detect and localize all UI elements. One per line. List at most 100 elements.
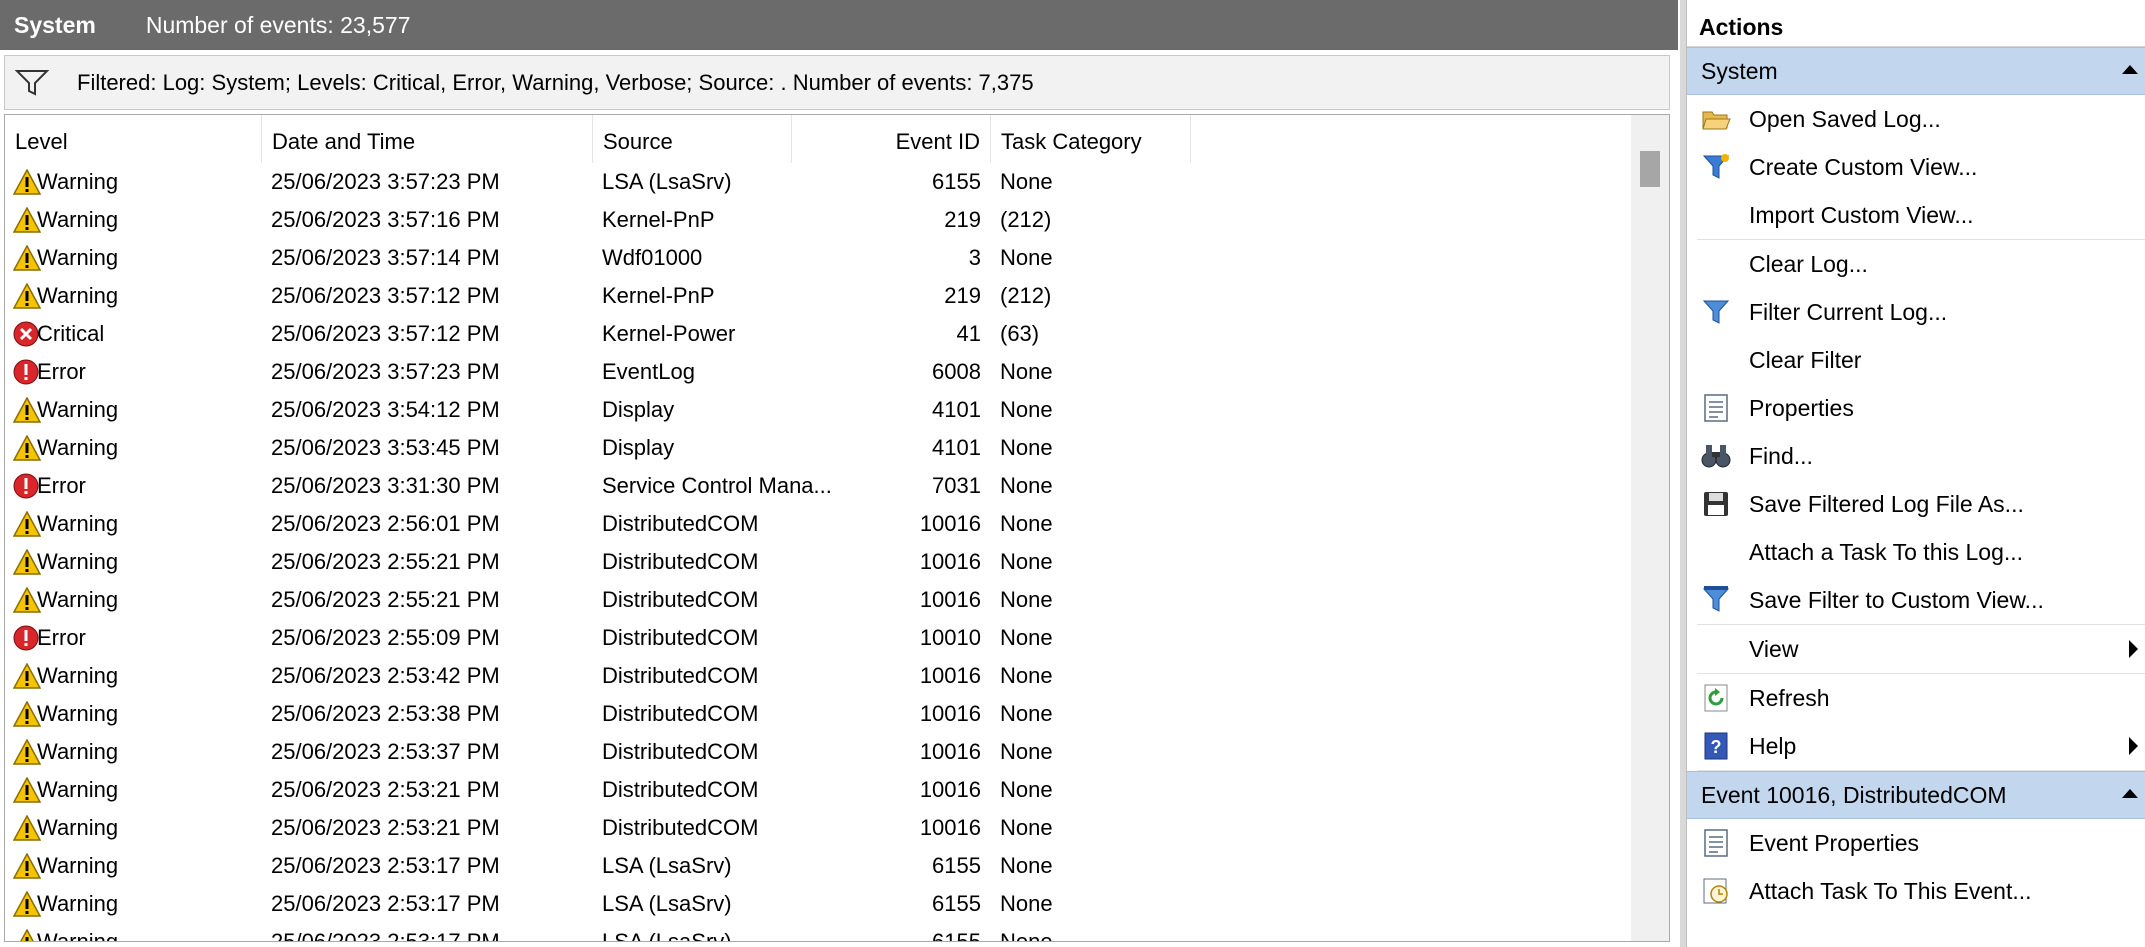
level-cell: Warning (37, 549, 119, 574)
level-cell: Warning (37, 815, 119, 840)
action-attach-task-to-this-event[interactable]: Attach Task To This Event... (1687, 867, 2145, 915)
action-open-saved-log[interactable]: Open Saved Log... (1687, 95, 2145, 143)
collapse-caret-icon[interactable] (2122, 65, 2138, 74)
table-row[interactable]: Critical 25/06/2023 3:57:12 PM Kernel-Powe… (5, 315, 1630, 353)
table-row[interactable]: Warning 25/06/2023 3:57:12 PM Kernel-PnP 21… (5, 277, 1630, 315)
table-row[interactable]: Warning 25/06/2023 2:53:17 PM LSA (LsaSrv)… (5, 847, 1630, 885)
event-id-cell: 10010 (919, 625, 981, 650)
action-label: Save Filter to Custom View... (1749, 586, 2044, 613)
level-cell: Warning (37, 435, 119, 460)
action-help[interactable]: ? Help (1687, 722, 2145, 770)
blank-icon (1699, 632, 1733, 666)
action-filter-current-log[interactable]: Filter Current Log... (1687, 288, 2145, 336)
task-category-cell: (212) (1000, 283, 1052, 308)
source-cell: Kernel-PnP (602, 283, 715, 308)
collapse-caret-icon[interactable] (2122, 789, 2138, 798)
actions-title: Actions (1687, 0, 2145, 47)
table-row[interactable]: Warning 25/06/2023 3:57:23 PM LSA (LsaSrv)… (5, 163, 1630, 201)
source-cell: LSA (LsaSrv) (602, 891, 732, 916)
event-section-header[interactable]: Event 10016, DistributedCOM (1687, 771, 2145, 819)
date-cell: 25/06/2023 3:31:30 PM (271, 473, 500, 498)
source-cell: DistributedCOM (602, 815, 759, 840)
action-clear-filter[interactable]: Clear Filter (1687, 336, 2145, 384)
action-properties[interactable]: Properties (1687, 384, 2145, 432)
action-clear-log[interactable]: Clear Log... (1687, 240, 2145, 288)
level-cell: Error (37, 625, 86, 650)
table-row[interactable]: Warning 25/06/2023 3:57:16 PM Kernel-PnP 21… (5, 201, 1630, 239)
level-cell: Warning (37, 511, 119, 536)
action-label: Create Custom View... (1749, 153, 1978, 180)
date-cell: 25/06/2023 2:55:09 PM (271, 625, 500, 650)
task-category-cell: None (1000, 549, 1053, 574)
action-event-properties[interactable]: Event Properties (1687, 819, 2145, 867)
task-category-cell: None (1000, 169, 1053, 194)
table-row[interactable]: Warning 25/06/2023 2:53:17 PM LSA (LsaSrv)… (5, 885, 1630, 923)
table-row[interactable]: Error 25/06/2023 2:55:09 PM DistributedCOM… (5, 619, 1630, 657)
blank-icon (1699, 535, 1733, 569)
task-category-cell: None (1000, 701, 1053, 726)
table-row[interactable]: Warning 25/06/2023 2:53:17 PM LSA (LsaSrv)… (5, 923, 1630, 942)
event-id-cell: 10016 (919, 815, 981, 840)
action-label: Refresh (1749, 684, 1830, 711)
column-header-level[interactable]: Level (5, 115, 262, 163)
action-import-custom-view[interactable]: Import Custom View... (1687, 191, 2145, 239)
task-category-cell: None (1000, 473, 1053, 498)
event-id-cell: 4101 (932, 397, 981, 422)
date-cell: 25/06/2023 2:55:21 PM (271, 587, 500, 612)
table-row[interactable]: Warning 25/06/2023 2:55:21 PM DistributedC… (5, 581, 1630, 619)
level-cell: Warning (37, 929, 119, 942)
event-id-cell: 6155 (932, 929, 981, 942)
table-row[interactable]: Warning 25/06/2023 2:53:21 PM DistributedC… (5, 809, 1630, 847)
svg-text:?: ? (1711, 737, 1722, 757)
column-header-event-id[interactable]: Event ID (792, 115, 991, 163)
submenu-arrow-icon (2129, 737, 2138, 755)
action-label: Save Filtered Log File As... (1749, 490, 2024, 517)
table-row[interactable]: Warning 25/06/2023 2:53:21 PM DistributedC… (5, 771, 1630, 809)
action-label: Attach Task To This Event... (1749, 877, 2032, 904)
level-cell: Warning (37, 587, 119, 612)
table-row[interactable]: Warning 25/06/2023 2:55:21 PM DistributedC… (5, 543, 1630, 581)
system-section-header[interactable]: System (1687, 47, 2145, 95)
vertical-scrollbar[interactable] (1631, 115, 1669, 941)
action-save-filtered-log-file-as[interactable]: Save Filtered Log File As... (1687, 480, 2145, 528)
action-find[interactable]: Find... (1687, 432, 2145, 480)
table-row[interactable]: Warning 25/06/2023 3:54:12 PM Display 4101 N… (5, 391, 1630, 429)
table-row[interactable]: Warning 25/06/2023 2:56:01 PM DistributedC… (5, 505, 1630, 543)
action-label: Import Custom View... (1749, 201, 1974, 228)
date-cell: 25/06/2023 3:53:45 PM (271, 435, 500, 460)
submenu-arrow-icon (2129, 640, 2138, 658)
table-row[interactable]: Error 25/06/2023 3:57:23 PM EventLog 6008 No… (5, 353, 1630, 391)
event-id-cell: 219 (944, 207, 981, 232)
date-cell: 25/06/2023 3:57:23 PM (271, 359, 500, 384)
task-category-cell: None (1000, 511, 1053, 536)
task-category-cell: (63) (1000, 321, 1040, 346)
table-row[interactable]: Warning 25/06/2023 2:53:37 PM DistributedC… (5, 733, 1630, 771)
action-label: Clear Filter (1749, 346, 1862, 373)
date-cell: 25/06/2023 2:53:21 PM (271, 815, 500, 840)
action-attach-a-task-to-this-log[interactable]: Attach a Task To this Log... (1687, 528, 2145, 576)
source-cell: Wdf01000 (602, 245, 703, 270)
source-cell: DistributedCOM (602, 777, 759, 802)
table-row[interactable]: Warning 25/06/2023 2:53:38 PM DistributedC… (5, 695, 1630, 733)
event-id-cell: 3 (968, 245, 981, 270)
action-save-filter-to-custom-view[interactable]: Save Filter to Custom View... (1687, 576, 2145, 624)
column-header-date[interactable]: Date and Time (262, 115, 593, 163)
scrollbar-thumb[interactable] (1640, 151, 1660, 187)
create-filter-icon (1699, 150, 1733, 184)
action-view[interactable]: View (1687, 625, 2145, 673)
action-create-custom-view[interactable]: Create Custom View... (1687, 143, 2145, 191)
action-refresh[interactable]: Refresh (1687, 674, 2145, 722)
filter-icon (15, 69, 49, 96)
table-row[interactable]: Warning 25/06/2023 3:53:45 PM Display 4101 N… (5, 429, 1630, 467)
column-header-task-category[interactable]: Task Category (991, 115, 1191, 163)
column-header-source[interactable]: Source (593, 115, 792, 163)
table-row[interactable]: Warning 25/06/2023 3:57:14 PM Wdf01000 3 Non… (5, 239, 1630, 277)
blank-icon (1699, 247, 1733, 281)
event-section-label: Event 10016, DistributedCOM (1701, 781, 2007, 808)
table-row[interactable]: Warning 25/06/2023 2:53:42 PM DistributedC… (5, 657, 1630, 695)
action-label: Find... (1749, 442, 1813, 469)
level-cell: Warning (37, 701, 119, 726)
table-row[interactable]: Error 25/06/2023 3:31:30 PM Service Contro… (5, 467, 1630, 505)
refresh-icon (1699, 681, 1733, 715)
source-cell: DistributedCOM (602, 587, 759, 612)
